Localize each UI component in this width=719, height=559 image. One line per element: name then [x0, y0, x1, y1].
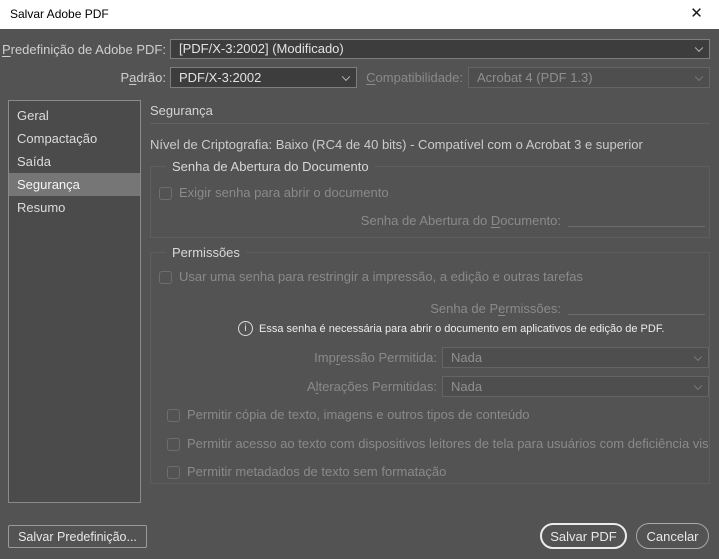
encryption-level-text: Nível de Criptografia: Baixo (RC4 de 40 …	[150, 137, 643, 153]
save-pdf-button[interactable]: Salvar PDF	[540, 523, 627, 549]
open-password-input[interactable]	[568, 209, 705, 227]
chevron-down-icon	[694, 352, 702, 360]
sidebar-item-saida[interactable]: Saída	[9, 150, 140, 173]
allow-copy-checkbox-label: Permitir cópia de texto, imagens e outro…	[187, 406, 530, 424]
standard-label: Padrão:	[0, 68, 166, 88]
restrict-tasks-checkbox-label: Usar uma senha para restringir a impress…	[179, 268, 583, 286]
require-password-checkbox[interactable]	[159, 187, 172, 200]
sidebar-item-seguranca[interactable]: Segurança	[9, 173, 140, 196]
printing-allowed-label: Impressão Permitida:	[177, 347, 437, 368]
chevron-down-icon	[695, 44, 703, 52]
allow-screen-reader-checkbox[interactable]	[167, 438, 180, 451]
permissions-group: Permissões Usar uma senha para restringi…	[150, 252, 710, 484]
permissions-password-input[interactable]	[568, 297, 705, 315]
preset-label: Predefinição de Adobe PDF:	[0, 40, 166, 59]
compatibility-label: Compatibilidade:	[330, 68, 463, 88]
changes-allowed-label: Alterações Permitidas:	[177, 376, 437, 397]
allow-screen-reader-checkbox-label: Permitir acesso ao texto com dispositivo…	[187, 435, 708, 453]
info-text: Essa senha é necessária para abrir o doc…	[259, 322, 664, 336]
printing-allowed-dropdown[interactable]: Nada	[442, 347, 709, 368]
divider	[150, 123, 710, 124]
save-adobe-pdf-dialog: Salvar Adobe PDF ✕ Predefinição de Adobe…	[0, 0, 719, 559]
preset-dropdown-value: [PDF/X-3:2002] (Modificado)	[179, 41, 344, 56]
page-title: Segurança	[150, 103, 213, 119]
close-icon: ✕	[690, 5, 703, 22]
group-title: Permissões	[166, 245, 246, 261]
allow-plaintext-metadata-checkbox[interactable]	[167, 466, 180, 479]
save-preset-button[interactable]: Salvar Predefinição...	[8, 525, 147, 548]
close-button[interactable]: ✕	[674, 0, 719, 29]
restrict-tasks-checkbox[interactable]	[159, 271, 172, 284]
open-password-label: Senha de Abertura do Documento:	[201, 211, 561, 231]
permissions-password-label: Senha de Permissões:	[201, 299, 561, 319]
info-icon: i	[238, 321, 253, 336]
standard-dropdown[interactable]: PDF/X-3:2002	[170, 67, 357, 88]
sidebar-item-resumo[interactable]: Resumo	[9, 196, 140, 219]
printing-allowed-value: Nada	[451, 350, 482, 365]
dialog-title: Salvar Adobe PDF	[10, 0, 109, 29]
cancel-button[interactable]: Cancelar	[636, 523, 709, 549]
document-open-password-group: Senha de Abertura do Documento Exigir se…	[150, 166, 710, 238]
changes-allowed-value: Nada	[451, 379, 482, 394]
allow-plaintext-metadata-checkbox-label: Permitir metadados de texto sem formataç…	[187, 463, 446, 481]
sidebar-item-compactacao[interactable]: Compactação	[9, 127, 140, 150]
sidebar-item-geral[interactable]: Geral	[9, 104, 140, 127]
chevron-down-icon	[694, 381, 702, 389]
chevron-down-icon	[695, 72, 703, 80]
titlebar: Salvar Adobe PDF ✕	[0, 0, 719, 29]
preset-dropdown[interactable]: [PDF/X-3:2002] (Modificado)	[170, 39, 710, 59]
require-password-checkbox-label: Exigir senha para abrir o documento	[179, 184, 389, 202]
changes-allowed-dropdown[interactable]: Nada	[442, 376, 709, 397]
standard-dropdown-value: PDF/X-3:2002	[179, 70, 261, 85]
category-list: Geral Compactação Saída Segurança Resumo	[8, 100, 141, 503]
group-title: Senha de Abertura do Documento	[166, 159, 375, 175]
compatibility-dropdown[interactable]: Acrobat 4 (PDF 1.3)	[468, 67, 710, 88]
compatibility-dropdown-value: Acrobat 4 (PDF 1.3)	[477, 70, 593, 85]
allow-copy-checkbox[interactable]	[167, 409, 180, 422]
